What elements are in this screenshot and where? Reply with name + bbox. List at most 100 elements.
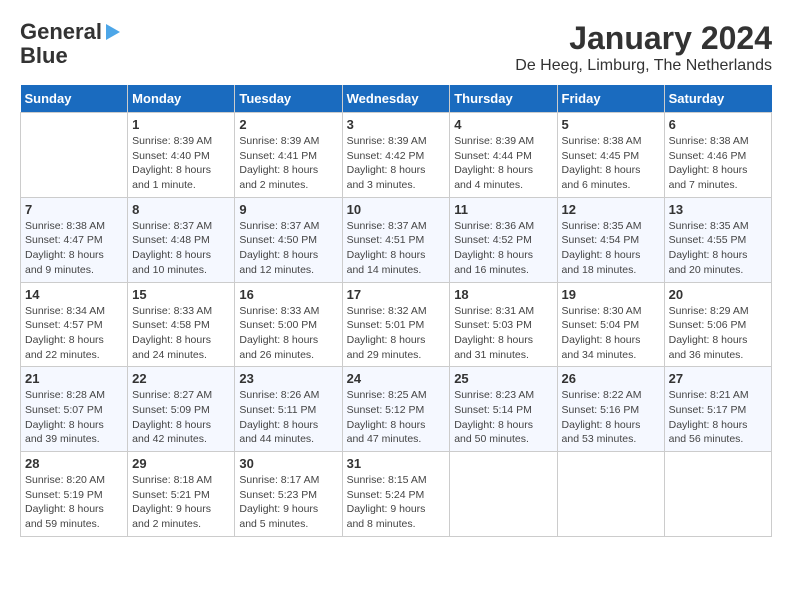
day-info: Sunrise: 8:39 AM Sunset: 4:41 PM Dayligh… bbox=[239, 134, 337, 193]
page-header: General Blue January 2024 De Heeg, Limbu… bbox=[20, 20, 772, 75]
day-info: Sunrise: 8:17 AM Sunset: 5:23 PM Dayligh… bbox=[239, 473, 337, 532]
header-wednesday: Wednesday bbox=[342, 85, 450, 113]
day-cell: 22 Sunrise: 8:27 AM Sunset: 5:09 PM Dayli… bbox=[128, 367, 235, 452]
week-row-4: 21 Sunrise: 8:28 AM Sunset: 5:07 PM Dayli… bbox=[21, 367, 772, 452]
day-info: Sunrise: 8:18 AM Sunset: 5:21 PM Dayligh… bbox=[132, 473, 230, 532]
day-cell: 18Sunrise: 8:31 AM Sunset: 5:03 PM Dayli… bbox=[450, 282, 557, 367]
header-thursday: Thursday bbox=[450, 85, 557, 113]
day-info: Sunrise: 8:32 AM Sunset: 5:01 PM Dayligh… bbox=[347, 304, 446, 363]
day-cell bbox=[557, 452, 664, 537]
day-number: 31 bbox=[347, 456, 446, 471]
day-info: Sunrise: 8:23 AM Sunset: 5:14 PM Dayligh… bbox=[454, 388, 552, 447]
day-info: Sunrise: 8:39 AM Sunset: 4:40 PM Dayligh… bbox=[132, 134, 230, 193]
day-cell: 11Sunrise: 8:36 AM Sunset: 4:52 PM Dayli… bbox=[450, 197, 557, 282]
day-number: 3 bbox=[347, 117, 446, 132]
day-number: 29 bbox=[132, 456, 230, 471]
header-tuesday: Tuesday bbox=[235, 85, 342, 113]
calendar-table: SundayMondayTuesdayWednesdayThursdayFrid… bbox=[20, 85, 772, 537]
day-number: 22 bbox=[132, 371, 230, 386]
day-number: 27 bbox=[669, 371, 767, 386]
day-cell: 29 Sunrise: 8:18 AM Sunset: 5:21 PM Dayli… bbox=[128, 452, 235, 537]
header-sunday: Sunday bbox=[21, 85, 128, 113]
day-cell: 17 Sunrise: 8:32 AM Sunset: 5:01 PM Dayli… bbox=[342, 282, 450, 367]
day-cell bbox=[664, 452, 771, 537]
day-cell: 20Sunrise: 8:29 AM Sunset: 5:06 PM Dayli… bbox=[664, 282, 771, 367]
day-info: Sunrise: 8:29 AM Sunset: 5:06 PM Dayligh… bbox=[669, 304, 767, 363]
day-number: 1 bbox=[132, 117, 230, 132]
day-info: Sunrise: 8:36 AM Sunset: 4:52 PM Dayligh… bbox=[454, 219, 552, 278]
day-cell: 30 Sunrise: 8:17 AM Sunset: 5:23 PM Dayli… bbox=[235, 452, 342, 537]
day-info: Sunrise: 8:26 AM Sunset: 5:11 PM Dayligh… bbox=[239, 388, 337, 447]
month-title: January 2024 bbox=[515, 20, 772, 57]
day-info: Sunrise: 8:33 AM Sunset: 4:58 PM Dayligh… bbox=[132, 304, 230, 363]
location-subtitle: De Heeg, Limburg, The Netherlands bbox=[515, 57, 772, 75]
day-cell: 2 Sunrise: 8:39 AM Sunset: 4:41 PM Daylig… bbox=[235, 113, 342, 198]
day-cell: 14 Sunrise: 8:34 AM Sunset: 4:57 PM Dayli… bbox=[21, 282, 128, 367]
day-number: 10 bbox=[347, 202, 446, 217]
week-row-3: 14 Sunrise: 8:34 AM Sunset: 4:57 PM Dayli… bbox=[21, 282, 772, 367]
day-number: 9 bbox=[239, 202, 337, 217]
day-cell: 28Sunrise: 8:20 AM Sunset: 5:19 PM Dayli… bbox=[21, 452, 128, 537]
header-saturday: Saturday bbox=[664, 85, 771, 113]
day-cell: 27 Sunrise: 8:21 AM Sunset: 5:17 PM Dayli… bbox=[664, 367, 771, 452]
day-number: 21 bbox=[25, 371, 123, 386]
day-number: 15 bbox=[132, 287, 230, 302]
day-number: 24 bbox=[347, 371, 446, 386]
day-info: Sunrise: 8:39 AM Sunset: 4:44 PM Dayligh… bbox=[454, 134, 552, 193]
day-info: Sunrise: 8:34 AM Sunset: 4:57 PM Dayligh… bbox=[25, 304, 123, 363]
day-info: Sunrise: 8:27 AM Sunset: 5:09 PM Dayligh… bbox=[132, 388, 230, 447]
day-info: Sunrise: 8:35 AM Sunset: 4:54 PM Dayligh… bbox=[562, 219, 660, 278]
day-number: 8 bbox=[132, 202, 230, 217]
header-row: SundayMondayTuesdayWednesdayThursdayFrid… bbox=[21, 85, 772, 113]
day-cell: 12Sunrise: 8:35 AM Sunset: 4:54 PM Dayli… bbox=[557, 197, 664, 282]
day-info: Sunrise: 8:21 AM Sunset: 5:17 PM Dayligh… bbox=[669, 388, 767, 447]
day-cell bbox=[21, 113, 128, 198]
day-info: Sunrise: 8:25 AM Sunset: 5:12 PM Dayligh… bbox=[347, 388, 446, 447]
header-monday: Monday bbox=[128, 85, 235, 113]
day-cell: 3Sunrise: 8:39 AM Sunset: 4:42 PM Daylig… bbox=[342, 113, 450, 198]
day-number: 19 bbox=[562, 287, 660, 302]
day-cell: 21 Sunrise: 8:28 AM Sunset: 5:07 PM Dayli… bbox=[21, 367, 128, 452]
day-info: Sunrise: 8:15 AM Sunset: 5:24 PM Dayligh… bbox=[347, 473, 446, 532]
day-number: 4 bbox=[454, 117, 552, 132]
day-number: 5 bbox=[562, 117, 660, 132]
day-info: Sunrise: 8:37 AM Sunset: 4:48 PM Dayligh… bbox=[132, 219, 230, 278]
day-info: Sunrise: 8:37 AM Sunset: 4:50 PM Dayligh… bbox=[239, 219, 337, 278]
day-number: 30 bbox=[239, 456, 337, 471]
day-number: 2 bbox=[239, 117, 337, 132]
day-info: Sunrise: 8:35 AM Sunset: 4:55 PM Dayligh… bbox=[669, 219, 767, 278]
day-cell: 10 Sunrise: 8:37 AM Sunset: 4:51 PM Dayli… bbox=[342, 197, 450, 282]
day-number: 25 bbox=[454, 371, 552, 386]
day-cell bbox=[450, 452, 557, 537]
day-number: 23 bbox=[239, 371, 337, 386]
day-number: 16 bbox=[239, 287, 337, 302]
day-cell: 15 Sunrise: 8:33 AM Sunset: 4:58 PM Dayli… bbox=[128, 282, 235, 367]
day-cell: 13Sunrise: 8:35 AM Sunset: 4:55 PM Dayli… bbox=[664, 197, 771, 282]
day-number: 28 bbox=[25, 456, 123, 471]
day-number: 14 bbox=[25, 287, 123, 302]
day-cell: 5Sunrise: 8:38 AM Sunset: 4:45 PM Daylig… bbox=[557, 113, 664, 198]
day-cell: 8 Sunrise: 8:37 AM Sunset: 4:48 PM Daylig… bbox=[128, 197, 235, 282]
day-number: 26 bbox=[562, 371, 660, 386]
day-info: Sunrise: 8:28 AM Sunset: 5:07 PM Dayligh… bbox=[25, 388, 123, 447]
day-info: Sunrise: 8:30 AM Sunset: 5:04 PM Dayligh… bbox=[562, 304, 660, 363]
day-cell: 6Sunrise: 8:38 AM Sunset: 4:46 PM Daylig… bbox=[664, 113, 771, 198]
week-row-1: 1 Sunrise: 8:39 AM Sunset: 4:40 PM Daylig… bbox=[21, 113, 772, 198]
day-info: Sunrise: 8:38 AM Sunset: 4:47 PM Dayligh… bbox=[25, 219, 123, 278]
day-cell: 4 Sunrise: 8:39 AM Sunset: 4:44 PM Daylig… bbox=[450, 113, 557, 198]
title-area: January 2024 De Heeg, Limburg, The Nethe… bbox=[515, 20, 772, 75]
week-row-5: 28Sunrise: 8:20 AM Sunset: 5:19 PM Dayli… bbox=[21, 452, 772, 537]
day-cell: 1 Sunrise: 8:39 AM Sunset: 4:40 PM Daylig… bbox=[128, 113, 235, 198]
logo: General Blue bbox=[20, 20, 120, 68]
day-cell: 24 Sunrise: 8:25 AM Sunset: 5:12 PM Dayli… bbox=[342, 367, 450, 452]
logo-text-general: General bbox=[20, 20, 102, 44]
day-info: Sunrise: 8:37 AM Sunset: 4:51 PM Dayligh… bbox=[347, 219, 446, 278]
day-cell: 26 Sunrise: 8:22 AM Sunset: 5:16 PM Dayli… bbox=[557, 367, 664, 452]
day-cell: 9 Sunrise: 8:37 AM Sunset: 4:50 PM Daylig… bbox=[235, 197, 342, 282]
logo-text-blue: Blue bbox=[20, 44, 68, 68]
day-number: 17 bbox=[347, 287, 446, 302]
day-cell: 23 Sunrise: 8:26 AM Sunset: 5:11 PM Dayli… bbox=[235, 367, 342, 452]
day-cell: 16Sunrise: 8:33 AM Sunset: 5:00 PM Dayli… bbox=[235, 282, 342, 367]
week-row-2: 7Sunrise: 8:38 AM Sunset: 4:47 PM Daylig… bbox=[21, 197, 772, 282]
day-info: Sunrise: 8:22 AM Sunset: 5:16 PM Dayligh… bbox=[562, 388, 660, 447]
